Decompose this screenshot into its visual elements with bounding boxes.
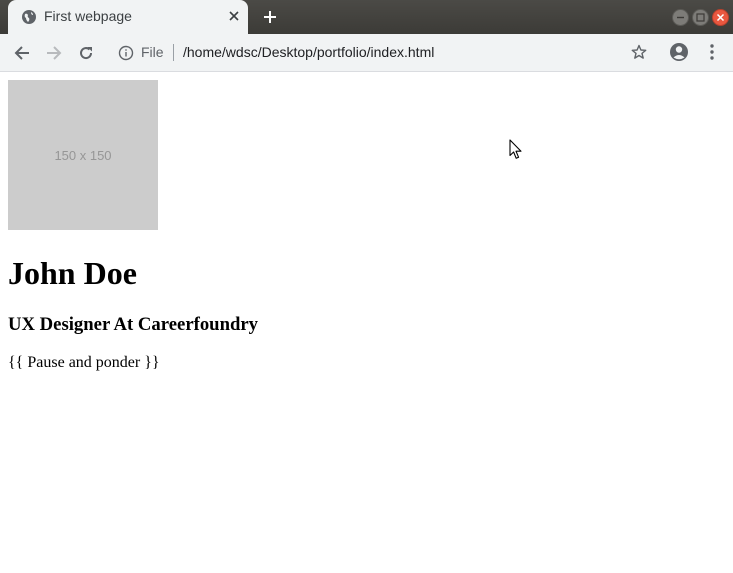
divider bbox=[173, 44, 174, 61]
reload-icon[interactable] bbox=[73, 40, 99, 66]
tab-first-webpage[interactable]: First webpage bbox=[8, 0, 248, 34]
placeholder-label: 150 x 150 bbox=[54, 147, 112, 163]
arrow-left-icon[interactable] bbox=[9, 40, 35, 66]
account-icon[interactable] bbox=[667, 40, 691, 64]
tab-title: First webpage bbox=[44, 8, 132, 24]
star-icon[interactable] bbox=[627, 40, 651, 64]
arrow-right-icon[interactable] bbox=[41, 40, 67, 66]
kebab-menu-icon[interactable] bbox=[700, 40, 724, 64]
page-title: John Doe bbox=[8, 255, 137, 291]
title-bar: First webpage bbox=[0, 0, 733, 34]
info-icon[interactable] bbox=[118, 45, 134, 61]
url-text[interactable]: /home/wdsc/Desktop/portfolio/index.html bbox=[183, 44, 434, 60]
plus-icon[interactable] bbox=[260, 7, 280, 27]
profile-image-placeholder: 150 x 150 bbox=[8, 80, 158, 230]
browser-toolbar: File /home/wdsc/Desktop/portfolio/index.… bbox=[0, 34, 733, 72]
scheme-label: File bbox=[141, 44, 164, 60]
close-window-button[interactable] bbox=[712, 9, 729, 26]
paragraph-text: {{ Pause and ponder }} bbox=[8, 354, 160, 371]
minimize-window-button[interactable] bbox=[672, 9, 689, 26]
mouse-cursor-icon bbox=[509, 139, 522, 159]
page-subtitle: UX Designer At Careerfoundry bbox=[8, 314, 258, 335]
maximize-window-button[interactable] bbox=[692, 9, 709, 26]
address-bar[interactable]: File /home/wdsc/Desktop/portfolio/index.… bbox=[108, 37, 663, 68]
close-icon[interactable] bbox=[225, 7, 243, 25]
globe-icon bbox=[21, 9, 37, 25]
